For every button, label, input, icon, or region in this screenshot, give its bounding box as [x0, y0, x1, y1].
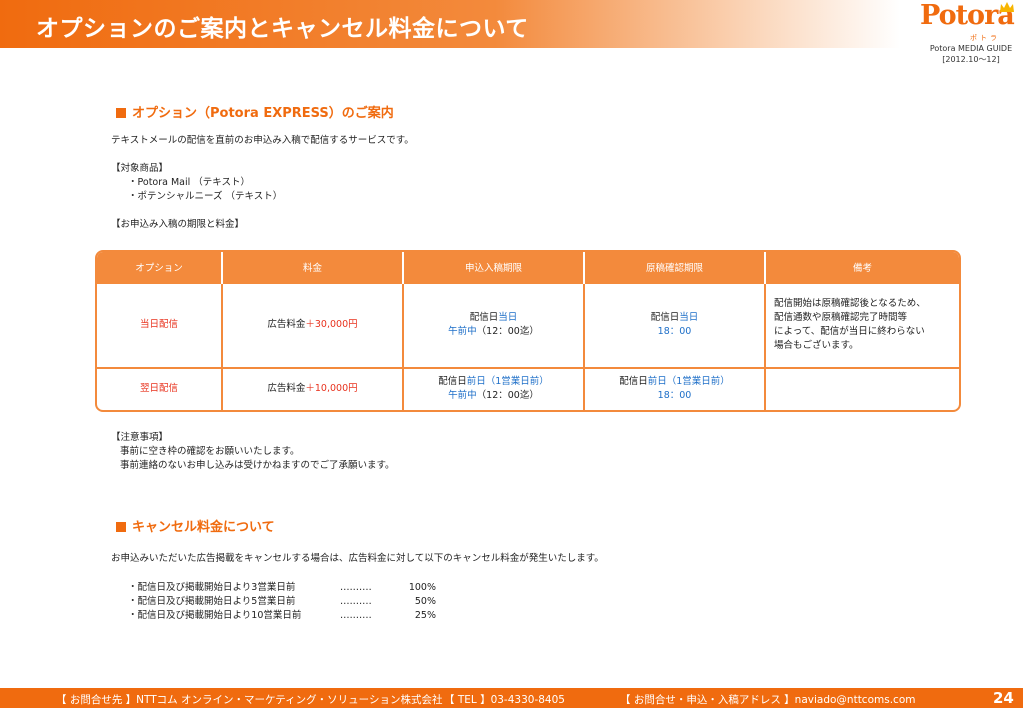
apply-time: 午前中: [448, 390, 477, 402]
option-table: オプション 料金 申込入稿期限 原稿確認期限 備考 当日配信 広告料金＋30,0…: [95, 250, 961, 412]
cancel-item-value: 50%: [414, 596, 436, 607]
apply-time-rest: （12：00迄）: [476, 390, 539, 402]
guide-title: Potora MEDIA GUIDE: [929, 44, 1013, 53]
apply-day: 当日: [498, 312, 518, 324]
note-line: 配信開始は原稿確認後となるため、: [774, 298, 926, 310]
confirm-day: 当日: [679, 312, 699, 324]
note-cell: 配信開始は原稿確認後となるため、 配信通数や原稿確認完了時間等 によって、配信が…: [765, 282, 959, 368]
page-title: オプションのご案内とキャンセル料金について: [36, 16, 529, 42]
apply-prefix: 配信日: [469, 312, 499, 324]
section-title-option-text: オプション（Potora EXPRESS）のご案内: [132, 106, 394, 121]
footer-email[interactable]: 【 お問合せ・申込・入稿アドレス 】naviado@nttcoms.com: [620, 692, 915, 707]
potora-logo: Potora ポトラ: [918, 0, 1018, 42]
cancel-item-dots: ‥‥‥‥‥: [340, 596, 372, 607]
column-header: オプション: [97, 252, 223, 283]
apply-deadline-cell: 配信日前日（1営業日前） 午前中（12：00迄）: [403, 366, 585, 410]
notes-line: 事前に空き枠の確認をお願いいたします。: [120, 446, 300, 457]
cancel-item-dots: ‥‥‥‥‥: [340, 610, 372, 621]
section-title-cancel: キャンセル料金について: [116, 516, 275, 535]
price-value: ＋10,000円: [305, 383, 358, 395]
note-line: 配信通数や原稿確認完了時間等: [774, 312, 908, 324]
confirm-time: 18：00: [657, 390, 692, 402]
confirm-prefix: 配信日: [619, 376, 648, 388]
footer-bar: 【 お問合せ先 】NTTコム オンライン・マーケティング・ソリューション株式会社…: [0, 688, 1023, 708]
apply-prefix: 配信日: [438, 376, 467, 388]
table-row: 当日配信 広告料金＋30,000円 配信日当日 午前中（12：00迄） 配信日当…: [97, 282, 959, 368]
page-number: 24: [993, 689, 1014, 707]
price-label: 広告料金: [267, 319, 306, 331]
crown-icon: [1000, 2, 1014, 12]
price-label: 広告料金: [267, 383, 306, 395]
apply-time: 午前中: [448, 326, 477, 338]
square-bullet-icon: [116, 522, 126, 532]
cancel-intro: お申込みいただいた広告掲載をキャンセルする場合は、広告料金に対して以下のキャンセ…: [111, 553, 604, 564]
notes-line: 事前連絡のないお申し込みは受けかねますのでご了承願います。: [120, 460, 395, 471]
note-line: によって、配信が当日に終わらない: [774, 326, 925, 338]
footer-tel: 【 TEL 】03-4330-8405: [444, 694, 565, 706]
apply-day: 前日（1営業日前）: [466, 376, 549, 388]
cancel-item-dots: ‥‥‥‥‥: [340, 582, 372, 593]
cancel-item-label: ・配信日及び掲載開始日より3営業日前: [128, 582, 296, 593]
apply-time-rest: （12：00迄）: [476, 326, 539, 338]
note-cell: [765, 366, 959, 410]
confirm-day: 前日（1営業日前）: [647, 376, 730, 388]
price-cell: 広告料金＋30,000円: [222, 282, 404, 368]
logo-sub: ポトラ: [970, 34, 1000, 42]
target-item: ・ポテンシャルニーズ （テキスト）: [128, 191, 283, 202]
section-title-option: オプション（Potora EXPRESS）のご案内: [116, 102, 394, 121]
confirm-deadline-cell: 配信日前日（1営業日前） 18：00: [584, 366, 766, 410]
cancel-item-label: ・配信日及び掲載開始日より10営業日前: [128, 610, 302, 621]
column-header: 申込入稿期限: [403, 252, 585, 283]
target-heading: 【対象商品】: [111, 163, 169, 174]
notes-heading: 【注意事項】: [111, 432, 169, 443]
price-value: ＋30,000円: [305, 319, 358, 331]
footer-contact: 【 お問合せ先 】NTTコム オンライン・マーケティング・ソリューション株式会社: [56, 694, 443, 706]
option-name-cell: 翌日配信: [97, 366, 223, 410]
cancel-item-value: 100%: [408, 582, 436, 593]
confirm-deadline-cell: 配信日当日 18：00: [584, 282, 766, 368]
header-bar: オプションのご案内とキャンセル料金について: [0, 0, 900, 48]
table-row: 翌日配信 広告料金＋10,000円 配信日前日（1営業日前） 午前中（12：00…: [97, 366, 959, 410]
deadline-heading: 【お申込み入稿の期限と料金】: [111, 219, 245, 230]
note-line: 場合もございます。: [774, 340, 859, 352]
section-title-cancel-text: キャンセル料金について: [132, 520, 275, 535]
square-bullet-icon: [116, 108, 126, 118]
column-header: 備考: [765, 252, 959, 283]
apply-deadline-cell: 配信日当日 午前中（12：00迄）: [403, 282, 585, 368]
column-header: 原稿確認期限: [584, 252, 766, 283]
media-guide-label: Potora MEDIA GUIDE [2012.10〜12]: [918, 43, 1023, 65]
guide-period: [2012.10〜12]: [942, 55, 1000, 64]
confirm-time: 18：00: [657, 326, 692, 338]
option-intro: テキストメールの配信を直前のお申込み入稿で配信するサービスです。: [111, 135, 414, 146]
column-header: 料金: [222, 252, 404, 283]
option-name-cell: 当日配信: [97, 282, 223, 368]
confirm-prefix: 配信日: [650, 312, 680, 324]
price-cell: 広告料金＋10,000円: [222, 366, 404, 410]
target-item: ・Potora Mail （テキスト）: [128, 177, 251, 188]
table-header-row: オプション 料金 申込入稿期限 原稿確認期限 備考: [97, 252, 959, 283]
cancel-item-value: 25%: [414, 610, 436, 621]
cancel-item-label: ・配信日及び掲載開始日より5営業日前: [128, 596, 296, 607]
